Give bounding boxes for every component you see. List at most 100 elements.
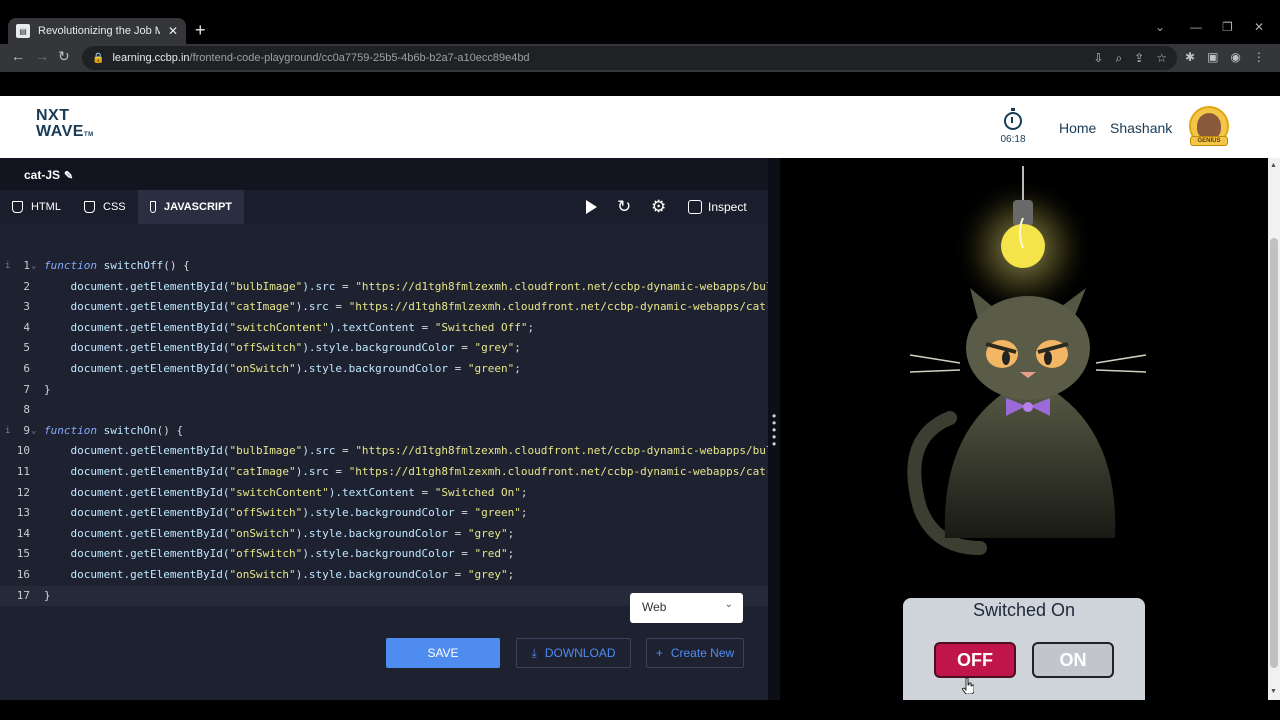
code-token: "Switched On" <box>434 485 521 499</box>
profile-icon[interactable]: ◉ <box>1230 50 1240 64</box>
code-token: document.getElementById( <box>70 444 230 458</box>
panel-splitter[interactable]: • • • • • <box>768 158 780 700</box>
restore-icon[interactable]: ❐ <box>1222 20 1233 34</box>
preview-scrollbar[interactable]: ▲ ▼ <box>1268 158 1280 700</box>
forward-icon[interactable]: → <box>35 48 49 64</box>
code-token: ).src <box>302 279 336 293</box>
install-icon[interactable]: ⇩ <box>1093 51 1103 66</box>
sidepanel-icon[interactable]: ▣ <box>1207 50 1218 64</box>
back-icon[interactable]: ← <box>11 48 25 64</box>
extensions-icon[interactable]: ✱ <box>1185 50 1195 64</box>
new-tab-icon[interactable]: + <box>195 20 206 41</box>
code-line[interactable]: 14 document.getElementById("onSwitch").s… <box>0 524 768 545</box>
scroll-up-icon[interactable]: ▲ <box>1270 162 1277 169</box>
code-line[interactable]: 12 document.getElementById("switchConten… <box>0 483 768 504</box>
code-token: document.getElementById( <box>70 279 230 293</box>
zoom-icon[interactable]: ⌕ <box>1115 51 1122 66</box>
code-text: function switchOff() { <box>44 256 190 277</box>
home-link[interactable]: Home <box>1059 120 1096 136</box>
code-text: document.getElementById("onSwitch").styl… <box>44 565 515 586</box>
code-token: = <box>448 567 468 581</box>
scrollbar-thumb[interactable] <box>1270 238 1278 668</box>
omnibox[interactable]: 🔒 learning.ccbp.in/frontend-code-playgro… <box>82 46 1177 70</box>
logo-line1: NXT <box>36 107 70 124</box>
fold-chevron-icon[interactable]: ⌄ <box>31 421 36 442</box>
code-token: ; <box>507 547 515 561</box>
create-new-button[interactable]: + Create New <box>646 638 744 668</box>
code-line[interactable]: 6 document.getElementById("onSwitch").st… <box>0 359 768 380</box>
tab-css[interactable]: CSS <box>72 190 138 224</box>
checkbox-icon <box>688 200 702 214</box>
code-token: "grey" <box>467 567 508 581</box>
close-window-icon[interactable]: ✕ <box>1254 20 1264 34</box>
menu-icon[interactable]: ⋮ <box>1253 50 1265 64</box>
code-token: "green" <box>474 506 521 520</box>
code-token: = <box>335 444 356 458</box>
code-line[interactable]: 5 document.getElementById("offSwitch").s… <box>0 338 768 359</box>
inspect-toggle[interactable]: Inspect <box>688 190 747 224</box>
save-button[interactable]: SAVE <box>386 638 500 668</box>
code-area[interactable]: 1 i ⌄ function switchOff() {2 document.getE… <box>0 256 768 607</box>
info-marker-icon[interactable]: i <box>5 256 10 277</box>
line-number: 15 <box>16 547 30 561</box>
tab-javascript[interactable]: JAVASCRIPT <box>138 190 244 224</box>
code-token: "switchContent" <box>229 320 329 334</box>
save-label: SAVE <box>427 646 459 660</box>
code-line[interactable]: 16 document.getElementById("onSwitch").s… <box>0 565 768 586</box>
code-token: "offSwitch" <box>229 341 303 355</box>
code-line[interactable]: 9 i ⌄ function switchOn() { <box>0 421 768 442</box>
tab-search-icon[interactable]: ⌄ <box>1155 20 1165 34</box>
code-token: } <box>44 588 51 602</box>
code-token: document.getElementById( <box>70 464 230 478</box>
code-token: "red" <box>474 547 508 561</box>
code-token: ).src <box>295 300 329 314</box>
code-line[interactable]: 15 document.getElementById("offSwitch").… <box>0 544 768 565</box>
on-switch-button[interactable]: ON <box>1032 642 1114 678</box>
code-line[interactable]: 3 document.getElementById("catImage").sr… <box>0 297 768 318</box>
tab-html[interactable]: HTML <box>0 190 73 224</box>
browser-tab[interactable]: ▤ Revolutionizing the Job Market | ✕ <box>8 18 186 44</box>
file-title[interactable]: cat-JS ✎ <box>0 158 768 190</box>
code-text: document.getElementById("catImage").src … <box>44 297 769 318</box>
code-line[interactable]: 13 document.getElementById("offSwitch").… <box>0 503 768 524</box>
bookmark-star-icon[interactable]: ☆ <box>1156 51 1167 66</box>
info-marker-icon[interactable]: i <box>5 421 10 442</box>
code-line[interactable]: 2 document.getElementById("bulbImage").s… <box>0 277 768 298</box>
code-line[interactable]: 7} <box>0 380 768 401</box>
minimize-icon[interactable]: — <box>1190 20 1202 34</box>
off-switch-button[interactable]: OFF <box>934 642 1016 678</box>
nxtwave-logo[interactable]: NXT WAVETM <box>36 108 94 143</box>
settings-button[interactable]: ⚙ <box>651 190 666 224</box>
share-icon[interactable]: ⇪ <box>1134 51 1144 66</box>
code-token: "onSwitch" <box>229 361 296 375</box>
code-line[interactable]: 4 document.getElementById("switchContent… <box>0 318 768 339</box>
download-button[interactable]: ⤓ DOWNLOAD <box>516 638 631 668</box>
user-name[interactable]: Shashank <box>1110 120 1172 136</box>
fold-chevron-icon[interactable]: ⌄ <box>31 256 36 277</box>
code-line[interactable]: 1 i ⌄ function switchOff() { <box>0 256 768 277</box>
lock-icon[interactable]: 🔒 <box>92 53 104 64</box>
code-token: document.getElementById( <box>70 547 230 561</box>
pencil-icon[interactable]: ✎ <box>64 170 73 182</box>
reset-button[interactable]: ↻ <box>617 190 631 224</box>
line-number: 14 <box>16 526 30 540</box>
run-button[interactable] <box>586 190 597 224</box>
code-token: = <box>454 506 475 520</box>
drag-handle-icon[interactable]: • • • • • <box>772 410 776 450</box>
code-token: document.getElementById( <box>70 506 230 520</box>
code-text: } <box>44 380 51 401</box>
avatar[interactable]: GENIUS <box>1184 106 1234 148</box>
scroll-down-icon[interactable]: ▼ <box>1270 688 1277 695</box>
cat-icon <box>907 288 1147 555</box>
code-token: document.getElementById( <box>70 361 230 375</box>
code-line[interactable]: 11 document.getElementById("catImage").s… <box>0 462 768 483</box>
reload-icon[interactable]: ↻ <box>58 48 70 65</box>
mode-select[interactable]: Web ⌄ <box>630 593 743 623</box>
close-tab-icon[interactable]: ✕ <box>168 24 178 38</box>
code-line[interactable]: 10 document.getElementById("bulbImage").… <box>0 441 768 462</box>
code-token: function <box>44 423 97 437</box>
code-line[interactable]: 8 <box>0 400 768 421</box>
